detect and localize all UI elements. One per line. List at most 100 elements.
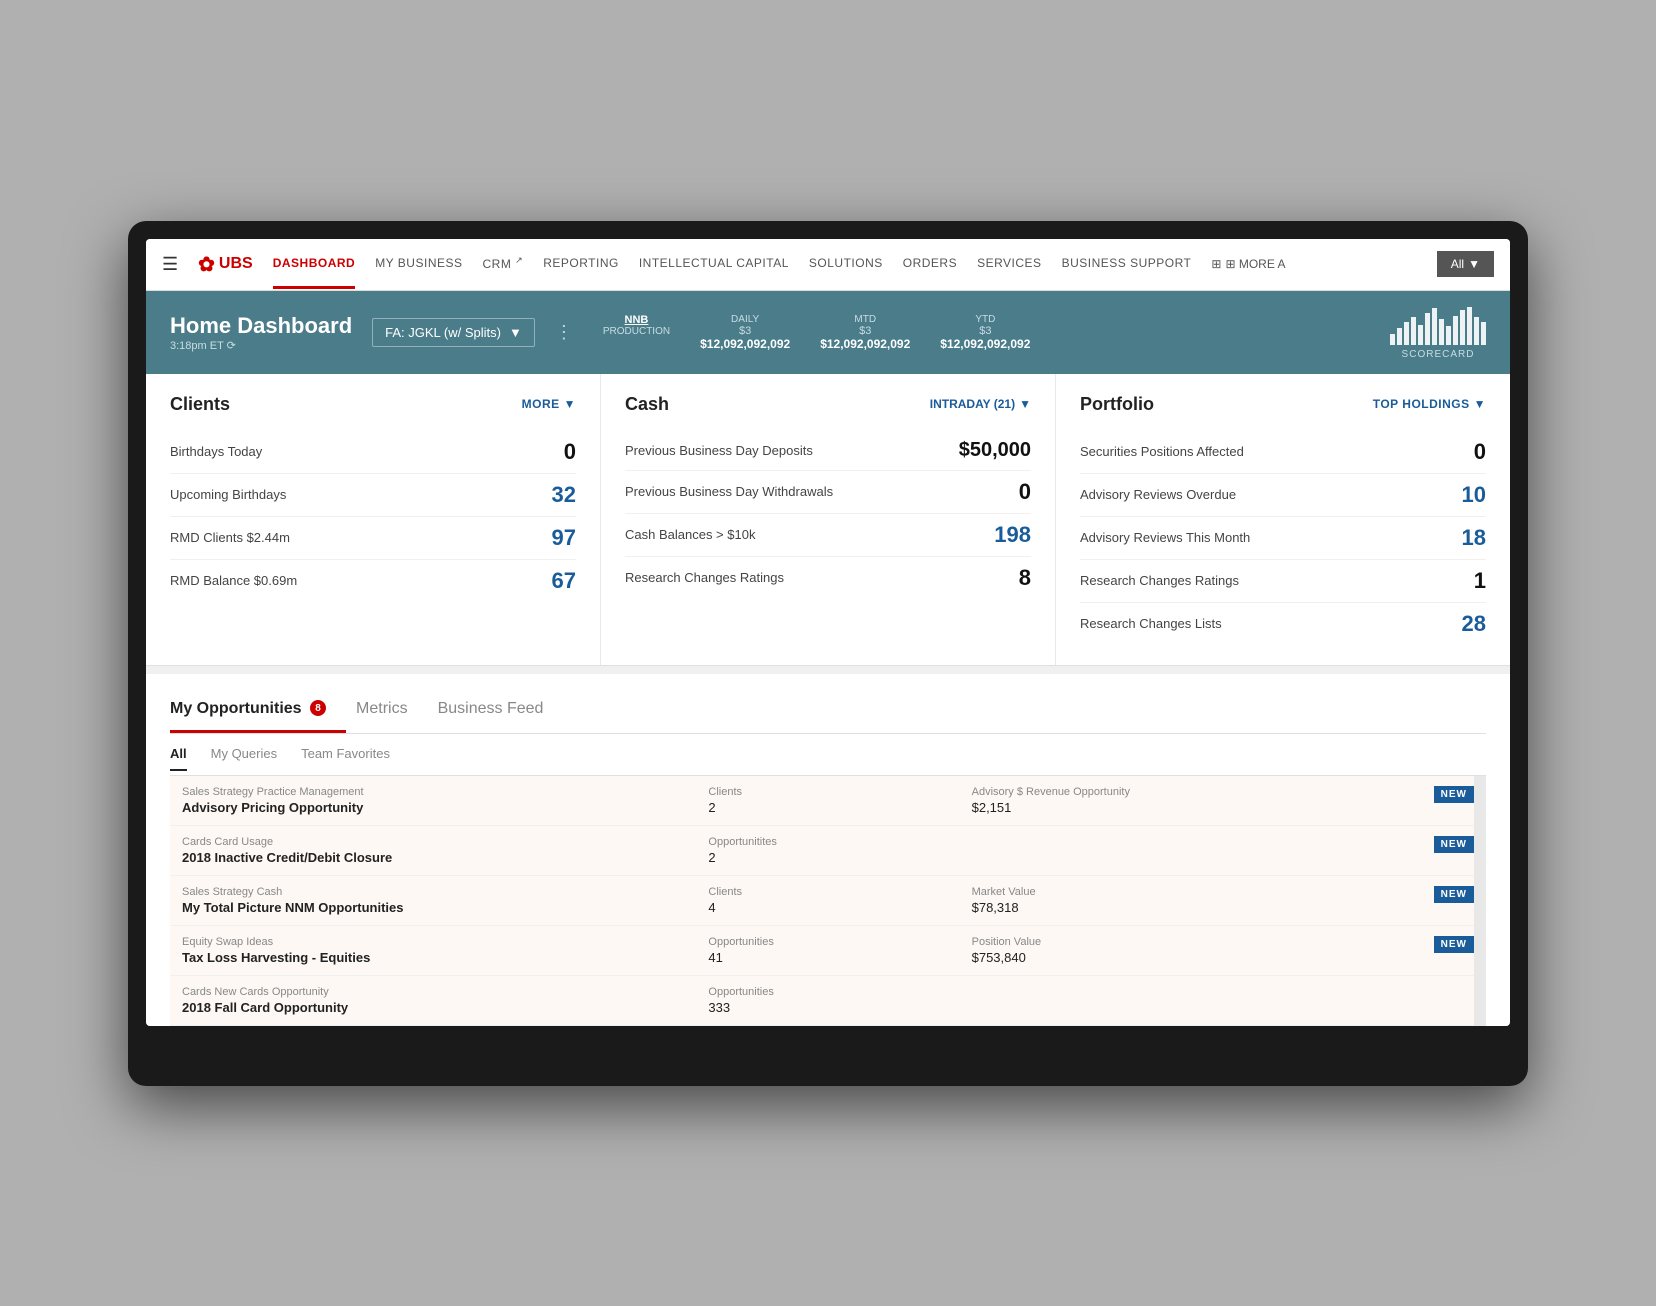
opp-strategy-cell: Equity Swap Ideas Tax Loss Harvesting - … [170,925,696,975]
portfolio-row-5[interactable]: Research Changes Lists 28 [1080,603,1486,645]
nav-link-business-support[interactable]: BUSINESS SUPPORT [1062,240,1192,289]
nnb-label[interactable]: NNB [603,314,670,326]
portfolio-row-2[interactable]: Advisory Reviews Overdue 10 [1080,474,1486,517]
sub-tab-my-queries[interactable]: My Queries [211,746,277,771]
nav-more[interactable]: ⊞ ⊞ MORE A [1211,257,1285,271]
scorecard-block[interactable]: SCORECARD [1390,305,1486,360]
header-band: Home Dashboard 3:18pm ET ⟳ FA: JGKL (w/ … [146,291,1510,374]
clients-row-2[interactable]: Upcoming Birthdays 32 [170,474,576,517]
clients-label-4: RMD Balance $0.69m [170,573,297,588]
portfolio-top-holdings-label: TOP HOLDINGS [1373,397,1470,411]
opp-col1-value: 2 [708,800,947,815]
cash-row-4[interactable]: Research Changes Ratings 8 [625,557,1031,599]
opp-col2-cell: Position Value $753,840 [960,925,1369,975]
cash-label-2: Previous Business Day Withdrawals [625,484,833,499]
nnb-stat: NNB PRODUCTION [603,314,670,351]
portfolio-row-4[interactable]: Research Changes Ratings 1 [1080,560,1486,603]
tab-my-opportunities[interactable]: My Opportunities 8 [170,690,346,733]
opp-col2-value: $753,840 [972,950,1357,965]
header-more-icon[interactable]: ⋮ [555,322,573,343]
opp-col2-cell: Market Value $78,318 [960,875,1369,925]
nav-link-services[interactable]: SERVICES [977,240,1041,289]
mtd-label: MTD [820,314,910,325]
opp-category: Sales Strategy Cash [182,886,684,898]
cash-row-3[interactable]: Cash Balances > $10k 198 [625,514,1031,557]
clients-label-2: Upcoming Birthdays [170,487,286,502]
nav-link-solutions[interactable]: SOLUTIONS [809,240,883,289]
opp-col1-label: Opportunitites [708,836,947,848]
opportunity-row[interactable]: Cards Card Usage 2018 Inactive Credit/De… [170,825,1486,875]
opp-category: Cards Card Usage [182,836,684,848]
cash-value-3: 198 [994,522,1031,548]
fa-selector[interactable]: FA: JGKL (w/ Splits) ▼ [372,318,535,347]
nav-bar: ☰ ✿ UBS DASHBOARD MY BUSINESS CRM ↗ REPO… [146,239,1510,291]
scorecard-chart [1390,305,1486,345]
scrollbar[interactable] [1474,776,1486,1026]
cash-intraday-button[interactable]: INTRADAY (21) ▼ [930,397,1031,411]
nav-link-crm[interactable]: CRM ↗ [483,239,524,290]
daily-amount: $12,092,092,092 [700,337,790,351]
external-icon: ↗ [515,255,523,265]
opp-category: Cards New Cards Opportunity [182,986,684,998]
cash-label-1: Previous Business Day Deposits [625,443,813,458]
opp-strategy-cell: Cards Card Usage 2018 Inactive Credit/De… [170,825,696,875]
portfolio-top-holdings-chevron: ▼ [1474,397,1486,411]
sub-tab-my-queries-label: My Queries [211,746,277,761]
tab-business-feed[interactable]: Business Feed [438,690,564,733]
opp-col1-cell: Opportunities 333 [696,975,959,1025]
cash-row-2[interactable]: Previous Business Day Withdrawals 0 [625,471,1031,514]
opportunity-row[interactable]: Sales Strategy Cash My Total Picture NNM… [170,875,1486,925]
portfolio-top-holdings-button[interactable]: TOP HOLDINGS ▼ [1373,397,1486,411]
clients-row-4[interactable]: RMD Balance $0.69m 67 [170,560,576,602]
opp-col1-cell: Clients 2 [696,776,959,826]
hamburger-icon[interactable]: ☰ [162,254,178,275]
clients-row-1[interactable]: Birthdays Today 0 [170,431,576,474]
clients-widget-title: Clients [170,394,230,415]
cash-row-1[interactable]: Previous Business Day Deposits $50,000 [625,431,1031,471]
sub-tab-team-favorites[interactable]: Team Favorites [301,746,390,771]
opp-col1-cell: Opportunitites 2 [696,825,959,875]
nav-all-label: All [1451,257,1464,271]
cash-widget: Cash INTRADAY (21) ▼ Previous Business D… [601,374,1056,665]
portfolio-value-5: 28 [1462,611,1486,637]
sub-tab-team-favorites-label: Team Favorites [301,746,390,761]
portfolio-row-3[interactable]: Advisory Reviews This Month 18 [1080,517,1486,560]
nav-link-dashboard[interactable]: DASHBOARD [273,240,356,289]
opportunity-row[interactable]: Sales Strategy Practice Management Advis… [170,776,1486,826]
new-badge: NEW [1434,786,1474,803]
opp-col1-value: 333 [708,1000,947,1015]
nav-link-intellectual[interactable]: INTELLECTUAL CAPITAL [639,240,789,289]
opp-col1-label: Clients [708,886,947,898]
opp-strategy-cell: Sales Strategy Cash My Total Picture NNM… [170,875,696,925]
clients-value-3: 97 [552,525,576,551]
portfolio-row-1[interactable]: Securities Positions Affected 0 [1080,431,1486,474]
opp-name: 2018 Inactive Credit/Debit Closure [182,850,684,865]
bottom-section: My Opportunities 8 Metrics Business Feed… [146,674,1510,1026]
opp-col2-cell: Advisory $ Revenue Opportunity $2,151 [960,776,1369,826]
new-badge: NEW [1434,936,1474,953]
portfolio-widget: Portfolio TOP HOLDINGS ▼ Securities Posi… [1056,374,1510,665]
ubs-logo: ✿ UBS [198,252,253,277]
clients-row-3[interactable]: RMD Clients $2.44m 97 [170,517,576,560]
clients-more-button[interactable]: MORE ▼ [522,397,576,411]
nav-link-mybusiness[interactable]: MY BUSINESS [375,240,462,289]
portfolio-label-1: Securities Positions Affected [1080,444,1244,459]
opp-name: Tax Loss Harvesting - Equities [182,950,684,965]
opportunity-row[interactable]: Equity Swap Ideas Tax Loss Harvesting - … [170,925,1486,975]
nav-link-reporting[interactable]: REPORTING [543,240,619,289]
tab-metrics[interactable]: Metrics [356,690,428,733]
nav-all-button[interactable]: All ▼ [1437,251,1494,277]
sub-tabs: All My Queries Team Favorites [170,734,1486,776]
clients-widget: Clients MORE ▼ Birthdays Today 0 Upcomin… [146,374,601,665]
opp-col1-label: Opportunities [708,986,947,998]
nav-link-orders[interactable]: ORDERS [903,240,957,289]
clients-label-1: Birthdays Today [170,444,262,459]
clients-widget-header: Clients MORE ▼ [170,394,576,415]
monitor-screen: ☰ ✿ UBS DASHBOARD MY BUSINESS CRM ↗ REPO… [146,239,1510,1026]
opportunity-row[interactable]: Cards New Cards Opportunity 2018 Fall Ca… [170,975,1486,1025]
opp-col2-value: $78,318 [972,900,1357,915]
clients-label-3: RMD Clients $2.44m [170,530,290,545]
sub-tab-all[interactable]: All [170,746,187,771]
fa-selector-chevron: ▼ [509,325,522,340]
nav-links: DASHBOARD MY BUSINESS CRM ↗ REPORTING IN… [273,239,1417,290]
